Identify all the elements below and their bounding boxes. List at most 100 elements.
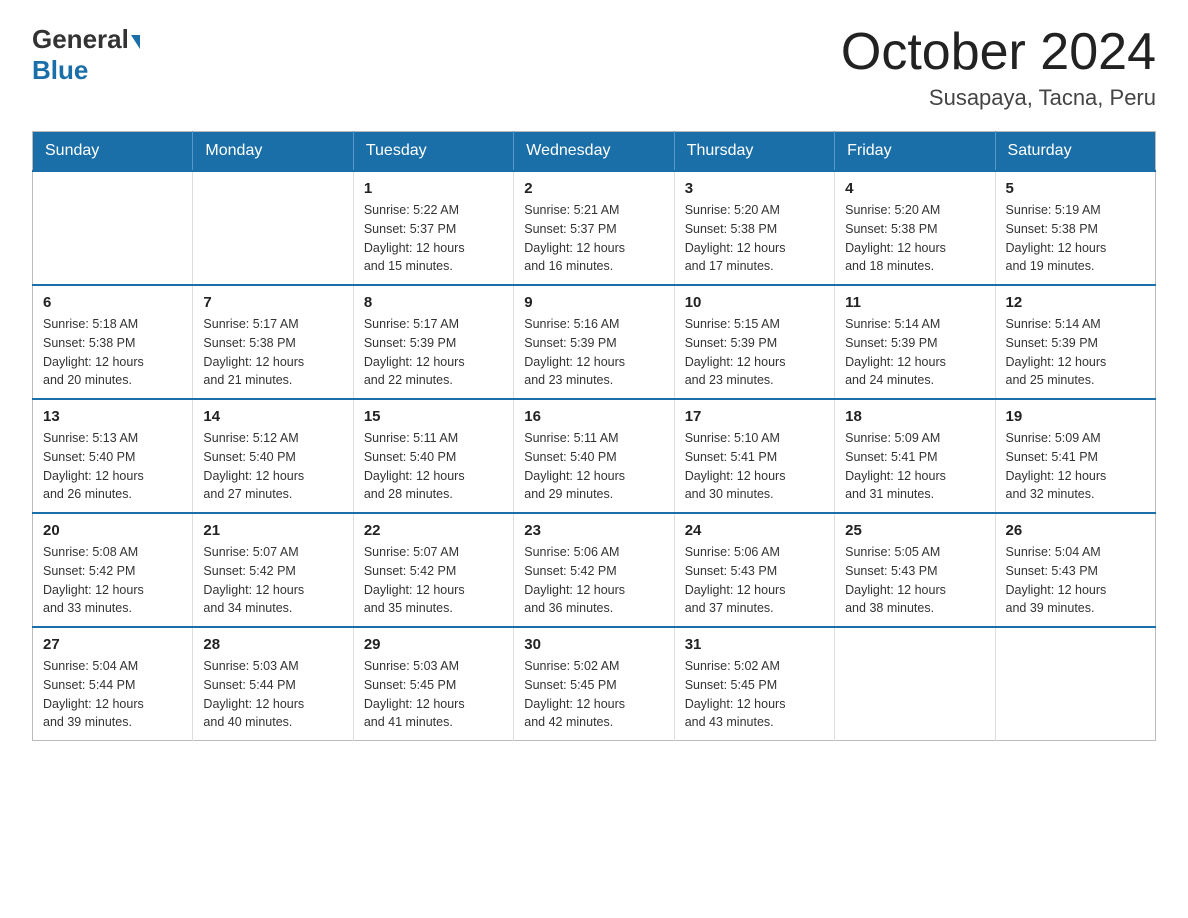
calendar-cell: 2 Sunrise: 5:21 AMSunset: 5:37 PMDaylight… bbox=[514, 171, 674, 285]
day-number: 28 bbox=[203, 636, 342, 653]
calendar-cell bbox=[835, 627, 995, 741]
day-info: Sunrise: 5:11 AMSunset: 5:40 PMDaylight:… bbox=[524, 429, 663, 504]
logo-general-text: General bbox=[32, 24, 129, 55]
day-info: Sunrise: 5:17 AMSunset: 5:38 PMDaylight:… bbox=[203, 315, 342, 390]
week-row-1: 1 Sunrise: 5:22 AMSunset: 5:37 PMDaylight… bbox=[33, 171, 1156, 285]
day-number: 11 bbox=[845, 294, 984, 311]
day-info: Sunrise: 5:12 AMSunset: 5:40 PMDaylight:… bbox=[203, 429, 342, 504]
day-info: Sunrise: 5:04 AMSunset: 5:44 PMDaylight:… bbox=[43, 657, 182, 732]
day-info: Sunrise: 5:14 AMSunset: 5:39 PMDaylight:… bbox=[1006, 315, 1145, 390]
calendar-cell: 3Sunrise: 5:20 AMSunset: 5:38 PMDaylight… bbox=[674, 171, 834, 285]
calendar-cell: 10 Sunrise: 5:15 AMSunset: 5:39 PMDayligh… bbox=[674, 285, 834, 399]
day-info: Sunrise: 5:05 AMSunset: 5:43 PMDaylight:… bbox=[845, 543, 984, 618]
day-number: 27 bbox=[43, 636, 182, 653]
page-header: General Blue October 2024 Susapaya, Tacn… bbox=[32, 24, 1156, 111]
calendar-cell: 21 Sunrise: 5:07 AMSunset: 5:42 PMDayligh… bbox=[193, 513, 353, 627]
day-info: Sunrise: 5:20 AMSunset: 5:38 PMDaylight:… bbox=[845, 201, 984, 276]
week-row-5: 27 Sunrise: 5:04 AMSunset: 5:44 PMDayligh… bbox=[33, 627, 1156, 741]
weekday-header-tuesday: Tuesday bbox=[353, 132, 513, 172]
weekday-header-thursday: Thursday bbox=[674, 132, 834, 172]
day-number: 18 bbox=[845, 408, 984, 425]
weekday-header-row: SundayMondayTuesdayWednesdayThursdayFrid… bbox=[33, 132, 1156, 172]
day-info: Sunrise: 5:11 AMSunset: 5:40 PMDaylight:… bbox=[364, 429, 503, 504]
calendar-cell: 1 Sunrise: 5:22 AMSunset: 5:37 PMDaylight… bbox=[353, 171, 513, 285]
calendar-cell: 9Sunrise: 5:16 AMSunset: 5:39 PMDaylight… bbox=[514, 285, 674, 399]
week-row-2: 6Sunrise: 5:18 AMSunset: 5:38 PMDaylight… bbox=[33, 285, 1156, 399]
day-number: 24 bbox=[685, 522, 824, 539]
calendar-cell: 14 Sunrise: 5:12 AMSunset: 5:40 PMDayligh… bbox=[193, 399, 353, 513]
day-info: Sunrise: 5:07 AMSunset: 5:42 PMDaylight:… bbox=[364, 543, 503, 618]
calendar-cell: 17Sunrise: 5:10 AMSunset: 5:41 PMDayligh… bbox=[674, 399, 834, 513]
calendar-cell: 23Sunrise: 5:06 AMSunset: 5:42 PMDayligh… bbox=[514, 513, 674, 627]
logo: General Blue bbox=[32, 24, 140, 86]
day-number: 20 bbox=[43, 522, 182, 539]
calendar-cell: 19 Sunrise: 5:09 AMSunset: 5:41 PMDayligh… bbox=[995, 399, 1155, 513]
weekday-header-sunday: Sunday bbox=[33, 132, 193, 172]
calendar-body: 1 Sunrise: 5:22 AMSunset: 5:37 PMDaylight… bbox=[33, 171, 1156, 741]
day-info: Sunrise: 5:17 AMSunset: 5:39 PMDaylight:… bbox=[364, 315, 503, 390]
day-number: 19 bbox=[1006, 408, 1145, 425]
day-number: 1 bbox=[364, 180, 503, 197]
calendar-cell: 24Sunrise: 5:06 AMSunset: 5:43 PMDayligh… bbox=[674, 513, 834, 627]
day-number: 29 bbox=[364, 636, 503, 653]
day-number: 5 bbox=[1006, 180, 1145, 197]
day-info: Sunrise: 5:03 AMSunset: 5:44 PMDaylight:… bbox=[203, 657, 342, 732]
calendar-subtitle: Susapaya, Tacna, Peru bbox=[841, 85, 1156, 111]
day-info: Sunrise: 5:21 AMSunset: 5:37 PMDaylight:… bbox=[524, 201, 663, 276]
calendar-cell: 7Sunrise: 5:17 AMSunset: 5:38 PMDaylight… bbox=[193, 285, 353, 399]
logo-blue-text: Blue bbox=[32, 55, 88, 85]
calendar-cell: 30Sunrise: 5:02 AMSunset: 5:45 PMDayligh… bbox=[514, 627, 674, 741]
calendar-cell: 11 Sunrise: 5:14 AMSunset: 5:39 PMDayligh… bbox=[835, 285, 995, 399]
day-info: Sunrise: 5:20 AMSunset: 5:38 PMDaylight:… bbox=[685, 201, 824, 276]
calendar-cell: 20 Sunrise: 5:08 AMSunset: 5:42 PMDayligh… bbox=[33, 513, 193, 627]
day-number: 31 bbox=[685, 636, 824, 653]
calendar-cell: 27 Sunrise: 5:04 AMSunset: 5:44 PMDayligh… bbox=[33, 627, 193, 741]
calendar-title: October 2024 bbox=[841, 24, 1156, 81]
day-number: 2 bbox=[524, 180, 663, 197]
day-info: Sunrise: 5:14 AMSunset: 5:39 PMDaylight:… bbox=[845, 315, 984, 390]
day-number: 14 bbox=[203, 408, 342, 425]
day-number: 25 bbox=[845, 522, 984, 539]
day-info: Sunrise: 5:02 AMSunset: 5:45 PMDaylight:… bbox=[685, 657, 824, 732]
day-number: 12 bbox=[1006, 294, 1145, 311]
calendar-cell: 4 Sunrise: 5:20 AMSunset: 5:38 PMDaylight… bbox=[835, 171, 995, 285]
day-info: Sunrise: 5:09 AMSunset: 5:41 PMDaylight:… bbox=[845, 429, 984, 504]
day-number: 10 bbox=[685, 294, 824, 311]
day-number: 21 bbox=[203, 522, 342, 539]
day-info: Sunrise: 5:09 AMSunset: 5:41 PMDaylight:… bbox=[1006, 429, 1145, 504]
calendar-cell: 22 Sunrise: 5:07 AMSunset: 5:42 PMDayligh… bbox=[353, 513, 513, 627]
day-info: Sunrise: 5:15 AMSunset: 5:39 PMDaylight:… bbox=[685, 315, 824, 390]
calendar-cell: 8Sunrise: 5:17 AMSunset: 5:39 PMDaylight… bbox=[353, 285, 513, 399]
day-info: Sunrise: 5:06 AMSunset: 5:42 PMDaylight:… bbox=[524, 543, 663, 618]
weekday-header-monday: Monday bbox=[193, 132, 353, 172]
calendar-cell: 16Sunrise: 5:11 AMSunset: 5:40 PMDayligh… bbox=[514, 399, 674, 513]
weekday-header-friday: Friday bbox=[835, 132, 995, 172]
day-number: 26 bbox=[1006, 522, 1145, 539]
calendar-header: SundayMondayTuesdayWednesdayThursdayFrid… bbox=[33, 132, 1156, 172]
calendar-cell: 13Sunrise: 5:13 AMSunset: 5:40 PMDayligh… bbox=[33, 399, 193, 513]
title-block: October 2024 Susapaya, Tacna, Peru bbox=[841, 24, 1156, 111]
week-row-3: 13Sunrise: 5:13 AMSunset: 5:40 PMDayligh… bbox=[33, 399, 1156, 513]
calendar-cell: 28 Sunrise: 5:03 AMSunset: 5:44 PMDayligh… bbox=[193, 627, 353, 741]
day-number: 9 bbox=[524, 294, 663, 311]
calendar-cell: 18 Sunrise: 5:09 AMSunset: 5:41 PMDayligh… bbox=[835, 399, 995, 513]
day-info: Sunrise: 5:13 AMSunset: 5:40 PMDaylight:… bbox=[43, 429, 182, 504]
day-number: 4 bbox=[845, 180, 984, 197]
calendar-cell: 6Sunrise: 5:18 AMSunset: 5:38 PMDaylight… bbox=[33, 285, 193, 399]
calendar-cell: 12 Sunrise: 5:14 AMSunset: 5:39 PMDayligh… bbox=[995, 285, 1155, 399]
day-info: Sunrise: 5:22 AMSunset: 5:37 PMDaylight:… bbox=[364, 201, 503, 276]
day-info: Sunrise: 5:03 AMSunset: 5:45 PMDaylight:… bbox=[364, 657, 503, 732]
calendar-cell: 31 Sunrise: 5:02 AMSunset: 5:45 PMDayligh… bbox=[674, 627, 834, 741]
calendar-cell bbox=[33, 171, 193, 285]
day-info: Sunrise: 5:07 AMSunset: 5:42 PMDaylight:… bbox=[203, 543, 342, 618]
weekday-header-wednesday: Wednesday bbox=[514, 132, 674, 172]
day-number: 22 bbox=[364, 522, 503, 539]
calendar-cell: 5Sunrise: 5:19 AMSunset: 5:38 PMDaylight… bbox=[995, 171, 1155, 285]
day-info: Sunrise: 5:08 AMSunset: 5:42 PMDaylight:… bbox=[43, 543, 182, 618]
logo-arrow-icon bbox=[131, 35, 140, 49]
day-info: Sunrise: 5:10 AMSunset: 5:41 PMDaylight:… bbox=[685, 429, 824, 504]
day-number: 30 bbox=[524, 636, 663, 653]
day-number: 15 bbox=[364, 408, 503, 425]
weekday-header-saturday: Saturday bbox=[995, 132, 1155, 172]
calendar-cell bbox=[193, 171, 353, 285]
